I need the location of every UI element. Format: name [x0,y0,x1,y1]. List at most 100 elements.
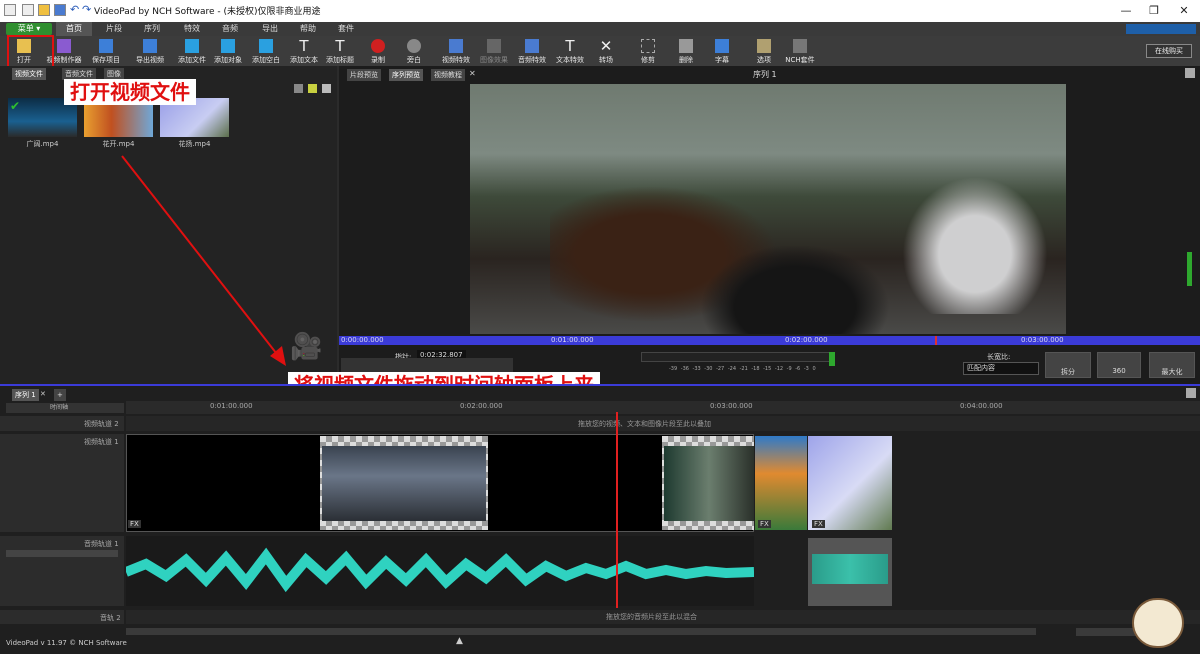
tab-export[interactable]: 导出 [252,22,288,36]
expand-icon[interactable]: ▲ [456,636,463,646]
minimize-button[interactable]: — [1112,2,1140,20]
subtitles-button[interactable]: 字幕 [702,36,742,66]
tab-sequence-preview[interactable]: 序列预览 [389,69,423,81]
undock-icon[interactable] [1186,388,1196,398]
tab-clip-preview[interactable]: 片段预览 [347,69,381,81]
timeline-ruler[interactable] [126,401,1200,414]
tab-help[interactable]: 帮助 [290,22,326,36]
tab-sequence[interactable]: 序列 [134,22,170,36]
aspect-label: 长宽比: [987,353,1011,361]
export-video-button[interactable]: 导出视频 [130,36,170,66]
add-title-icon: T [335,37,345,55]
video-clip-2[interactable] [755,436,807,530]
narrate-button[interactable]: 旁白 [394,36,434,66]
options-icon [757,39,771,53]
transition-icon: ✕ [599,37,613,55]
buy-online-button[interactable]: 在线购买 [1146,44,1192,58]
clip-thumb-street [322,446,486,521]
annotation-open-file: 打开视频文件 [64,79,196,105]
add-blank-icon [259,39,273,53]
clip-fx-badge[interactable]: FX [812,520,825,528]
timeline-scrollbar[interactable] [126,628,1036,635]
add-sequence-button[interactable]: + [54,389,66,401]
preview-playhead [935,336,937,345]
volume-level[interactable] [1187,252,1192,286]
close-tab-icon[interactable]: ✕ [469,69,476,78]
spectator-shape [700,244,890,334]
restore-button[interactable]: ❐ [1140,2,1168,20]
window-title: VideoPad by NCH Software - (未授权)仅限非商业用途 [94,7,321,17]
add-file-icon [185,39,199,53]
tab-clip[interactable]: 片段 [96,22,132,36]
audio-volume-slider[interactable] [6,550,118,557]
video-preview-frame[interactable] [470,84,1066,334]
undo-icon[interactable]: ↶ [70,3,79,16]
undock-icon[interactable] [1185,68,1195,78]
360-button[interactable]: 360 [1097,352,1141,378]
clip-thumb-subway [664,446,754,521]
nch-suite-button[interactable]: NCH套件 [780,36,820,66]
meter-level [829,352,835,366]
save-icon[interactable] [54,4,66,16]
track-header-audio1[interactable]: 音频轨道 1 [0,536,124,606]
transition-button[interactable]: ✕ 转场 [586,36,626,66]
tab-video-files[interactable]: 视频文件 [12,68,46,80]
add-text-icon: T [299,37,309,55]
video-drop-hint: 拖放您的视频、文本和图像片段至此以叠加 [578,420,711,428]
crop-icon [641,39,655,53]
close-tab-icon[interactable]: ✕ [40,390,46,398]
title-bar: ↶ ↷ VideoPad by NCH Software - (未授权)仅限非商… [0,0,1200,22]
bin-file-name: 花扬.mp4 [178,140,211,148]
split-button[interactable]: 拆分 [1045,352,1091,378]
audio-waveform [126,547,754,593]
save-project-button[interactable]: 保存项目 [86,36,126,66]
wand-icon [57,39,71,53]
clip-fx-badge[interactable]: FX [128,520,141,528]
audio-meter [641,352,831,362]
image-fx-icon [487,39,501,53]
trash-icon [679,39,693,53]
track-header-video2[interactable]: 视频轨道 2 [0,416,124,431]
tab-video-tutorial[interactable]: 视频教程 [431,69,465,81]
transport-controls[interactable] [341,358,513,372]
track-header-video1[interactable]: 视频轨道 1 [0,434,124,532]
video-fx-icon [449,39,463,53]
close-button[interactable]: ✕ [1170,2,1198,20]
sequence-title: 序列 1 [753,70,777,79]
suite-icon [793,39,807,53]
clip-fx-badge[interactable]: FX [758,520,771,528]
preview-scrubber[interactable] [339,336,1200,345]
microphone-icon [407,39,421,53]
aspect-select[interactable]: 匹配内容 [963,362,1039,375]
tab-sequence-1[interactable]: 序列 1 [12,389,39,401]
track-header-audio2[interactable]: 音轨 2 [0,610,124,624]
open-icon[interactable] [38,4,50,16]
new-icon[interactable] [22,4,34,16]
tab-home[interactable]: 首页 [56,22,92,36]
redo-icon[interactable]: ↷ [82,3,91,16]
subtitle-icon [715,39,729,53]
social-icons[interactable] [1126,24,1196,34]
tab-effects[interactable]: 特效 [174,22,210,36]
tab-suite[interactable]: 套件 [328,22,364,36]
meter-ticks: -39 -36 -33 -30 -27 -24 -21 -18 -15 -12 … [669,366,816,372]
export-icon [143,39,157,53]
white-horse-shape [890,164,1060,314]
tab-audio[interactable]: 音频 [212,22,248,36]
add-bin-icon[interactable] [308,84,317,93]
add-object-icon [221,39,235,53]
timeline-playhead[interactable] [616,412,618,608]
maximize-button[interactable]: 最大化 [1149,352,1195,378]
audio-fx-icon [525,39,539,53]
status-version: VideoPad v 11.97 © NCH Software [6,639,127,647]
timeline-mode-select[interactable]: 时间轴 [6,403,124,413]
audio-waveform-3 [812,554,888,584]
main-menu-button[interactable]: 菜单 ▾ [6,23,52,35]
video-clip-3[interactable] [808,436,892,530]
timeline-panel: 序列 1 ✕ + 时间轴 0:01:00.000 0:02:00.000 0:0… [0,384,1200,654]
trash-icon[interactable] [294,84,303,93]
record-icon [371,39,385,53]
bin-file-name: 花开.mp4 [102,140,135,148]
audio-drop-hint: 拖放您的音频片段至此以混合 [606,613,697,621]
list-view-icon[interactable] [322,84,331,93]
